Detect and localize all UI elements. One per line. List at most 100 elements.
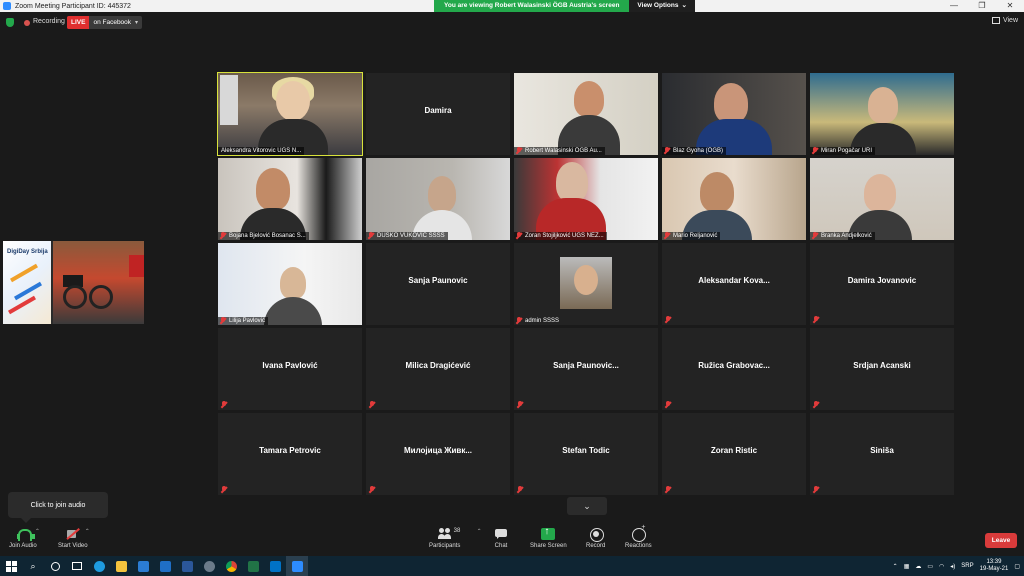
name-tile[interactable]: Stefan Todic	[514, 413, 658, 495]
name-tile[interactable]: Damira	[366, 73, 510, 155]
wifi-icon[interactable]: ◠	[939, 563, 944, 570]
participant-name: DUŠKO VUKOVIĆ SSSS	[366, 232, 448, 240]
chevron-down-icon: ⌄	[681, 2, 687, 9]
name-tile[interactable]: Sanja Paunovic...	[514, 328, 658, 410]
chat-button[interactable]: Chat	[494, 528, 508, 549]
name-tile[interactable]: Zoran Ristic	[662, 413, 806, 495]
record-icon	[589, 528, 604, 542]
headphones-icon: ⌃	[16, 528, 40, 541]
clock[interactable]: 13:39 19-May-21	[980, 559, 1009, 573]
record-button[interactable]: Record	[586, 528, 605, 549]
muted-mic-icon	[813, 486, 819, 493]
start-video-button[interactable]: ⌃ Start Video	[58, 528, 90, 549]
participant-name: Ružica Grabovac...	[698, 361, 770, 370]
muted-mic-icon	[813, 316, 819, 323]
shield-icon[interactable]	[6, 18, 14, 27]
name-tile[interactable]: Milica Dragićević	[366, 328, 510, 410]
recording-label: Recording	[33, 18, 65, 25]
network-icon[interactable]: ▦	[904, 563, 910, 570]
participant-name: Sanja Paunovic...	[553, 361, 619, 370]
video-off-icon: ⌃	[66, 528, 90, 540]
video-tile[interactable]: Blaz Gyoha (ÖGB)	[662, 73, 806, 155]
close-icon[interactable]: ✕	[996, 0, 1024, 12]
participant-name: Damira Jovanovic	[847, 276, 917, 285]
name-tile[interactable]: Damira Jovanovic	[810, 243, 954, 325]
volume-icon[interactable]: ◂)	[950, 563, 955, 570]
view-options-button[interactable]: View Options ⌄	[629, 0, 695, 12]
participant-name: Zoran Ristic	[710, 446, 758, 455]
participant-name: Aleksandar Kova...	[698, 276, 770, 285]
participant-name: Ivana Pavlović	[262, 361, 318, 370]
word-icon[interactable]	[176, 556, 198, 576]
cortana-icon[interactable]	[44, 556, 66, 576]
live-stream-badge[interactable]: LIVE on Facebook ▾	[67, 16, 143, 29]
leave-button[interactable]: Leave	[985, 533, 1017, 548]
muted-mic-icon	[665, 316, 671, 323]
chrome-icon[interactable]	[220, 556, 242, 576]
chevron-up-icon[interactable]: ⌃	[893, 563, 898, 570]
video-tile[interactable]: Aleksandra Vitorovic UGS N...	[217, 72, 363, 156]
participants-button[interactable]: 38 ⌃ Participants	[429, 528, 482, 549]
video-tile[interactable]: Bojana Bjelović Bosanac S...	[218, 158, 362, 240]
cloud-icon[interactable]: ☁	[915, 563, 921, 570]
window-title: Zoom Meeting Participant ID: 445372	[15, 2, 131, 10]
app-icon[interactable]	[198, 556, 220, 576]
name-tile[interactable]: Tamara Petrovic	[218, 413, 362, 495]
video-tile[interactable]: DUŠKO VUKOVIĆ SSSS	[366, 158, 510, 240]
slide-title: DigiDay Srbija	[7, 249, 48, 255]
task-view-icon[interactable]	[66, 556, 88, 576]
participant-name: Stefan Todic	[562, 446, 610, 455]
notification-icon[interactable]: ▢	[1014, 563, 1020, 570]
name-tile[interactable]: Sanja Paunovic	[366, 243, 510, 325]
chevron-up-icon: ⌃	[84, 529, 90, 535]
chat-icon	[494, 528, 508, 540]
video-tile[interactable]: Lilija Pavlović	[218, 243, 362, 325]
name-tile[interactable]: Милојица Живк...	[366, 413, 510, 495]
muted-mic-icon	[221, 401, 227, 408]
outlook-icon[interactable]	[264, 556, 286, 576]
excel-icon[interactable]	[242, 556, 264, 576]
muted-mic-icon	[813, 401, 819, 408]
file-explorer-icon[interactable]	[110, 556, 132, 576]
reactions-button[interactable]: Reactions	[625, 524, 652, 549]
muted-mic-icon	[220, 232, 226, 239]
video-tile[interactable]: Zoran Stojiljković UGS NEZ...	[514, 158, 658, 240]
next-page-chevron-icon[interactable]: ⌄	[567, 497, 607, 515]
chevron-down-icon: ▾	[135, 20, 139, 26]
participant-name: Damira	[424, 106, 452, 115]
start-button[interactable]	[0, 556, 22, 576]
name-tile[interactable]: Ivana Pavlović	[218, 328, 362, 410]
participant-name: admin SSSS	[514, 317, 562, 325]
minimize-icon[interactable]: —	[940, 0, 968, 12]
photo-tile[interactable]: admin SSSS	[514, 243, 658, 325]
slide-graphic: DigiDay Srbija	[3, 241, 51, 324]
input-language[interactable]: SRP	[961, 563, 973, 569]
name-tile[interactable]: Ružica Grabovac...	[662, 328, 806, 410]
view-button[interactable]: View	[991, 17, 1018, 24]
name-tile[interactable]: Aleksandar Kova...	[662, 243, 806, 325]
video-tile[interactable]: Branka Andjelković	[810, 158, 954, 240]
video-tile[interactable]: Miran Pogačar URI	[810, 73, 954, 155]
join-audio-button[interactable]: ⌃ Join Audio	[9, 528, 40, 549]
mail-icon[interactable]	[154, 556, 176, 576]
search-icon[interactable]: ⌕	[22, 556, 44, 576]
participant-name: Sanja Paunovic	[408, 276, 468, 285]
name-tile[interactable]: Siniša	[810, 413, 954, 495]
profile-picture	[560, 257, 612, 309]
participant-name: Blaz Gyoha (ÖGB)	[662, 147, 727, 155]
maximize-icon[interactable]: ❐	[968, 0, 996, 12]
chevron-up-icon: ⌃	[476, 529, 482, 535]
muted-mic-icon	[664, 147, 670, 154]
store-icon[interactable]	[132, 556, 154, 576]
edge-icon[interactable]	[88, 556, 110, 576]
video-tile[interactable]: Mario Reljanović	[662, 158, 806, 240]
muted-mic-icon	[812, 147, 818, 154]
muted-mic-icon	[517, 486, 523, 493]
muted-mic-icon	[517, 401, 523, 408]
video-tile[interactable]: Robert Walasinski ÖGB Au...	[514, 73, 658, 155]
display-icon[interactable]: ▭	[927, 563, 933, 570]
share-screen-button[interactable]: Share Screen	[530, 526, 567, 549]
zoom-taskbar-icon[interactable]	[286, 556, 308, 576]
name-tile[interactable]: Srdjan Acanski	[810, 328, 954, 410]
shared-screen-thumbnail[interactable]: DigiDay Srbija	[3, 241, 144, 324]
